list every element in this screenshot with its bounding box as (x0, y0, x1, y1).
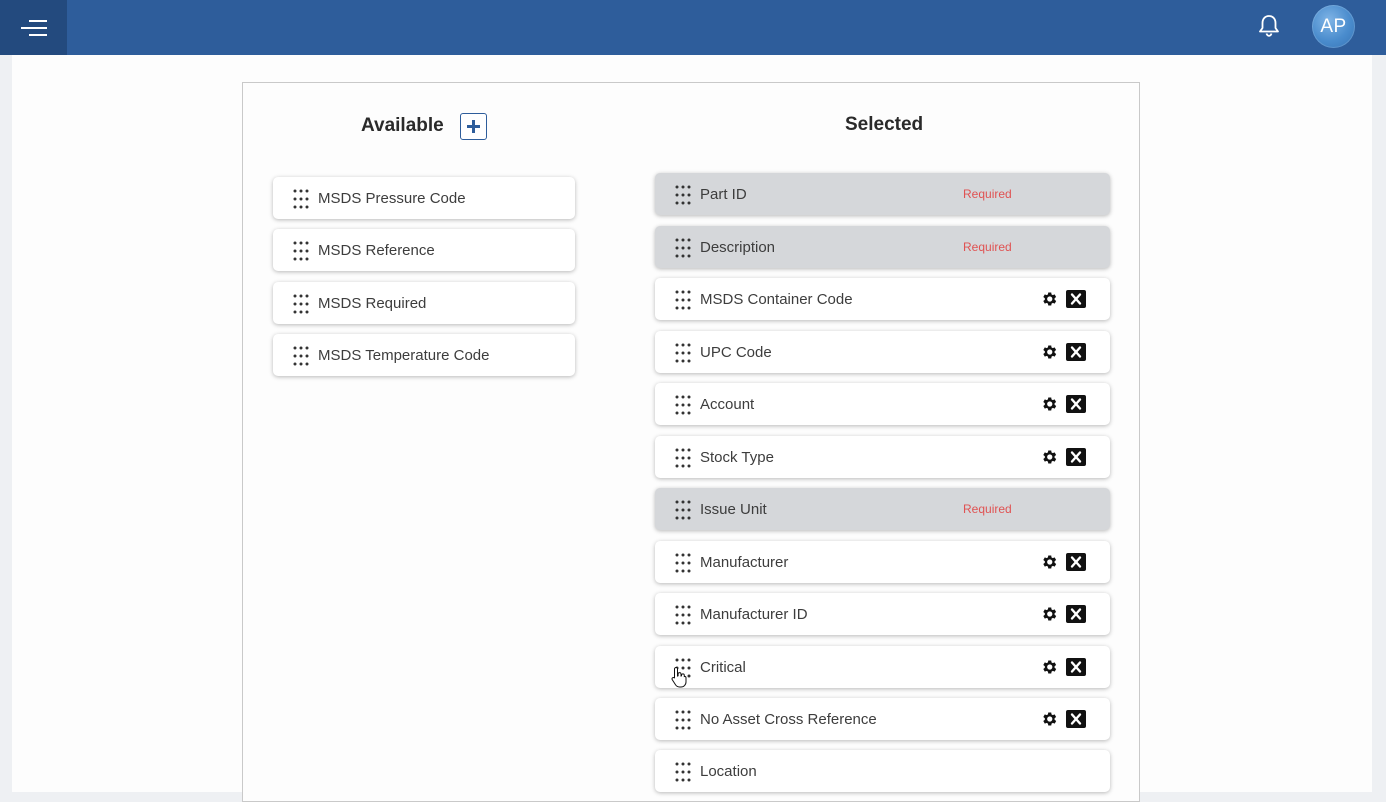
drag-handle-icon[interactable] (673, 500, 693, 520)
selected-item[interactable]: MSDS Container Code (655, 278, 1110, 320)
item-label: Stock Type (700, 448, 774, 466)
item-label: Account (700, 395, 755, 413)
remove-icon[interactable] (1066, 290, 1086, 308)
selected-item[interactable]: Manufacturer (655, 541, 1110, 583)
gear-icon[interactable] (1040, 343, 1058, 361)
remove-icon[interactable] (1066, 605, 1086, 623)
item-label: MSDS Temperature Code (318, 346, 490, 364)
user-avatar[interactable]: AP (1312, 5, 1355, 48)
gear-icon[interactable] (1040, 290, 1058, 308)
remove-icon[interactable] (1066, 710, 1086, 728)
item-label: Part ID (700, 185, 747, 203)
gear-icon[interactable] (1040, 710, 1058, 728)
top-bar: AP (0, 0, 1386, 55)
selected-item-required[interactable]: Description Required (655, 226, 1110, 268)
gear-icon[interactable] (1040, 448, 1058, 466)
drag-handle-icon[interactable] (673, 185, 693, 205)
drag-handle-icon[interactable] (673, 395, 693, 415)
drag-handle-icon[interactable] (673, 605, 693, 625)
gear-icon[interactable] (1040, 395, 1058, 413)
bell-icon[interactable] (1256, 13, 1282, 39)
remove-icon[interactable] (1066, 553, 1086, 571)
remove-icon[interactable] (1066, 395, 1086, 413)
selected-item[interactable]: Manufacturer ID (655, 593, 1110, 635)
available-item[interactable]: MSDS Pressure Code (273, 177, 575, 219)
selected-item[interactable]: Critical (655, 646, 1110, 688)
drag-handle-icon[interactable] (291, 294, 311, 314)
item-label: Manufacturer ID (700, 605, 808, 623)
remove-icon[interactable] (1066, 448, 1086, 466)
item-label: No Asset Cross Reference (700, 710, 877, 728)
selected-item[interactable]: UPC Code (655, 331, 1110, 373)
menu-button[interactable] (0, 0, 67, 55)
available-title: Available (361, 115, 444, 136)
drag-handle-icon[interactable] (673, 553, 693, 573)
drag-handle-icon[interactable] (291, 346, 311, 366)
drag-handle-icon[interactable] (291, 189, 311, 209)
selected-title: Selected (845, 114, 924, 135)
hamburger-menu-icon (20, 19, 47, 36)
gear-icon[interactable] (1040, 553, 1058, 571)
remove-icon[interactable] (1066, 658, 1086, 676)
required-badge: Required (963, 502, 1012, 516)
available-item[interactable]: MSDS Required (273, 282, 575, 324)
available-item[interactable]: MSDS Reference (273, 229, 575, 271)
item-label: MSDS Pressure Code (318, 189, 466, 207)
item-label: Description (700, 238, 776, 256)
drag-handle-icon[interactable] (673, 710, 693, 730)
drag-handle-icon[interactable] (673, 238, 693, 258)
item-label: Critical (700, 658, 746, 676)
hand-cursor-icon (671, 666, 687, 688)
selected-item[interactable]: Stock Type (655, 436, 1110, 478)
selected-item-required[interactable]: Part ID Required (655, 173, 1110, 215)
selected-item[interactable]: Account (655, 383, 1110, 425)
add-field-button[interactable] (460, 113, 487, 140)
item-label: MSDS Reference (318, 241, 435, 259)
drag-handle-icon[interactable] (673, 290, 693, 310)
drag-handle-icon[interactable] (291, 241, 311, 261)
gear-icon[interactable] (1040, 605, 1058, 623)
item-label: MSDS Container Code (700, 290, 853, 308)
item-label: MSDS Required (318, 294, 427, 312)
remove-icon[interactable] (1066, 343, 1086, 361)
available-item[interactable]: MSDS Temperature Code (273, 334, 575, 376)
gear-icon[interactable] (1040, 658, 1058, 676)
required-badge: Required (963, 240, 1012, 254)
item-label: UPC Code (700, 343, 772, 361)
drag-handle-icon[interactable] (673, 762, 693, 782)
item-label: Location (700, 762, 757, 780)
selected-item[interactable]: Location (655, 750, 1110, 792)
item-label: Issue Unit (700, 500, 767, 518)
selected-item-required[interactable]: Issue Unit Required (655, 488, 1110, 530)
required-badge: Required (963, 187, 1012, 201)
plus-icon (467, 120, 480, 133)
selected-item[interactable]: No Asset Cross Reference (655, 698, 1110, 740)
drag-handle-icon[interactable] (673, 343, 693, 363)
item-label: Manufacturer (700, 553, 789, 571)
drag-handle-icon[interactable] (673, 448, 693, 468)
